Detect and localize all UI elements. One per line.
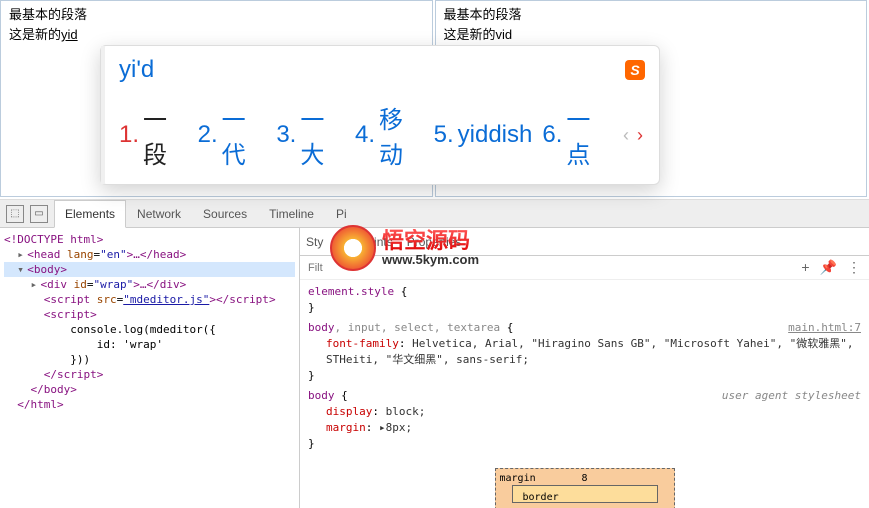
dom-node[interactable]: <script src="mdeditor.js"></script> (4, 292, 295, 307)
paragraph: 这是新的vid (444, 25, 859, 45)
ime-composition-text: yid (61, 27, 78, 42)
candidate-word[interactable]: 一段 (143, 100, 188, 170)
candidate-word[interactable]: 一代 (222, 100, 267, 170)
ime-candidate-window[interactable]: yi'd S 1.一段 2.一代 3.一大 4.移动 5.yiddish 6.一… (100, 45, 660, 185)
dom-tree[interactable]: <!DOCTYPE html> ▸<head lang="en">…</head… (0, 228, 300, 508)
sogou-logo-icon: S (625, 60, 645, 80)
dom-node[interactable]: <!DOCTYPE html> (4, 232, 295, 247)
paragraph: 最基本的段落 (444, 5, 859, 25)
devtools-panel: ⬚ ▭ Elements Network Sources Timeline Pi… (0, 200, 869, 508)
dom-node[interactable]: ▸<head lang="en">…</head> (4, 247, 295, 262)
styles-subtabs: Sty reakpoints Properties (300, 228, 869, 256)
tab-timeline[interactable]: Timeline (258, 200, 325, 228)
border-label: border (523, 492, 559, 503)
box-model[interactable]: margin 8 border (495, 468, 675, 508)
devtools-toolbar: ⬚ ▭ Elements Network Sources Timeline Pi (0, 200, 869, 228)
style-rule[interactable]: main.html:7 body, input, select, textare… (308, 320, 861, 384)
style-rule[interactable]: user agent stylesheet body { display: bl… (308, 388, 861, 452)
stylesheet-source: user agent stylesheet (722, 388, 861, 404)
dom-node[interactable]: </body> (4, 382, 295, 397)
dom-node[interactable]: </html> (4, 397, 295, 412)
dom-node-selected[interactable]: ▾<body> (4, 262, 295, 277)
candidate-word[interactable]: 移动 (379, 100, 424, 170)
inspect-element-icon[interactable]: ⬚ (6, 205, 24, 223)
dom-text[interactable]: console.log(mdeditor({ (4, 322, 295, 337)
candidate-number: 4. (355, 121, 375, 149)
tab-network[interactable]: Network (126, 200, 192, 228)
ime-input-text: yi'd (119, 56, 154, 84)
subtab-styles[interactable]: Sty (306, 235, 323, 249)
candidate-number: 2. (198, 121, 218, 149)
styles-panel: Sty reakpoints Properties + 📌 ⋮ element.… (300, 228, 869, 508)
styles-filter-bar: + 📌 ⋮ (300, 256, 869, 280)
chevron-left-icon[interactable]: ‹ (621, 125, 631, 146)
dom-node[interactable]: <script> (4, 307, 295, 322)
styles-rules[interactable]: element.style {} main.html:7 body, input… (300, 280, 869, 508)
subtab-properties[interactable]: Properties (407, 235, 462, 249)
candidate-number: 6. (542, 121, 562, 149)
dom-text[interactable]: id: 'wrap' (4, 337, 295, 352)
candidate-word[interactable]: 一大 (300, 100, 345, 170)
tab-more[interactable]: Pi (325, 200, 358, 228)
tab-sources[interactable]: Sources (192, 200, 258, 228)
candidate-number: 3. (276, 121, 296, 149)
text: 这是新的 (9, 27, 61, 42)
filter-input[interactable] (308, 262, 368, 274)
candidate-number: 1. (119, 121, 139, 149)
device-mode-icon[interactable]: ▭ (30, 205, 48, 223)
pin-icon[interactable]: 📌 (820, 259, 837, 276)
menu-icon[interactable]: ⋮ (847, 259, 861, 276)
candidate-word[interactable]: 一点 (566, 100, 611, 170)
style-rule[interactable]: element.style {} (308, 284, 861, 316)
ime-candidates[interactable]: 1.一段 2.一代 3.一大 4.移动 5.yiddish 6.一点 ‹ › (101, 90, 659, 184)
chevron-right-icon[interactable]: › (635, 125, 645, 146)
dom-node[interactable]: </script> (4, 367, 295, 382)
dom-node[interactable]: ▸<div id="wrap">…</div> (4, 277, 295, 292)
paragraph: 最基本的段落 (9, 5, 424, 25)
dom-text[interactable]: })) (4, 352, 295, 367)
subtab-breakpoints[interactable]: reakpoints (337, 235, 392, 249)
tab-elements[interactable]: Elements (54, 200, 126, 228)
source-link[interactable]: main.html:7 (788, 320, 861, 336)
candidate-word[interactable]: yiddish (458, 121, 533, 149)
add-rule-icon[interactable]: + (801, 259, 809, 276)
paragraph-editing[interactable]: 这是新的yid (9, 25, 424, 45)
candidate-number: 5. (434, 121, 454, 149)
